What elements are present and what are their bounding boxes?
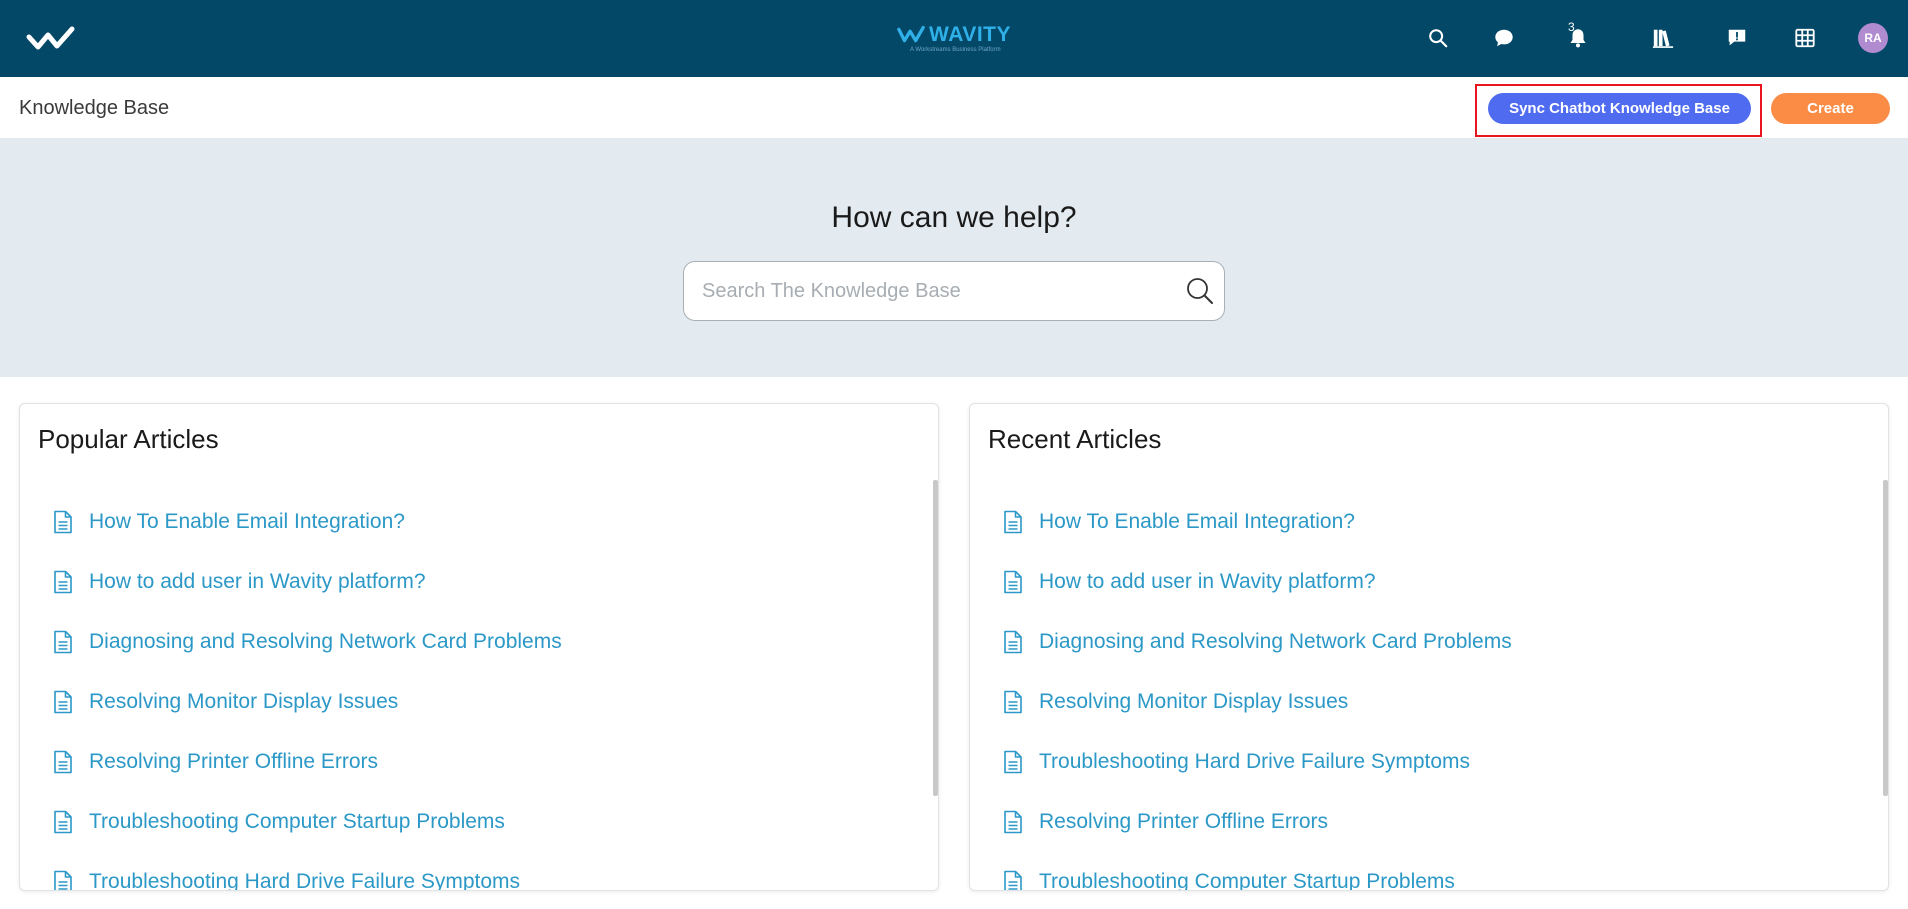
- article-link[interactable]: Resolving Printer Offline Errors: [1039, 810, 1328, 834]
- article-link[interactable]: How to add user in Wavity platform?: [1039, 570, 1376, 594]
- article-link[interactable]: Diagnosing and Resolving Network Card Pr…: [89, 630, 562, 654]
- document-icon: [54, 810, 72, 834]
- user-avatar[interactable]: RA: [1858, 23, 1888, 53]
- sync-chatbot-knowledge-base-button[interactable]: Sync Chatbot Knowledge Base: [1488, 93, 1751, 124]
- popular-scrollbar[interactable]: [933, 480, 938, 796]
- recent-scrollbar[interactable]: [1883, 480, 1888, 796]
- brand-tagline: A Workstreams Business Platform: [910, 47, 1001, 53]
- article-link[interactable]: Resolving Monitor Display Issues: [89, 690, 398, 714]
- article-link[interactable]: Resolving Monitor Display Issues: [1039, 690, 1348, 714]
- popular-articles-panel: Popular Articles How To Enable Email Int…: [19, 403, 939, 891]
- article-link[interactable]: Troubleshooting Hard Drive Failure Sympt…: [89, 870, 520, 890]
- article-link[interactable]: How To Enable Email Integration?: [1039, 510, 1355, 534]
- search-hero: How can we help?: [0, 139, 1908, 377]
- article-link[interactable]: How To Enable Email Integration?: [89, 510, 405, 534]
- recent-articles-panel: Recent Articles How To Enable Email Inte…: [969, 403, 1889, 891]
- popular-articles-list: How To Enable Email Integration? How to a…: [52, 492, 892, 890]
- article-link[interactable]: Diagnosing and Resolving Network Card Pr…: [1039, 630, 1512, 654]
- article-link[interactable]: Troubleshooting Computer Startup Problem…: [89, 810, 505, 834]
- recent-articles-title: Recent Articles: [988, 424, 1162, 454]
- search-box: [683, 261, 1225, 321]
- create-button[interactable]: Create: [1771, 93, 1890, 124]
- chat-icon[interactable]: [1490, 24, 1518, 52]
- article-list-item[interactable]: Troubleshooting Hard Drive Failure Sympt…: [52, 852, 892, 890]
- article-list-item[interactable]: How To Enable Email Integration?: [1002, 492, 1842, 552]
- document-icon: [54, 570, 72, 594]
- article-link[interactable]: Troubleshooting Computer Startup Problem…: [1039, 870, 1455, 890]
- article-link[interactable]: How to add user in Wavity platform?: [89, 570, 426, 594]
- document-icon: [1004, 750, 1022, 774]
- notification-count-badge: 3: [1568, 20, 1575, 34]
- article-list-item[interactable]: Diagnosing and Resolving Network Card Pr…: [1002, 612, 1842, 672]
- brand-name: WAVITY: [929, 23, 1011, 46]
- article-list-item[interactable]: Resolving Printer Offline Errors: [52, 732, 892, 792]
- feedback-icon[interactable]: [1723, 24, 1751, 52]
- top-navigation-bar: WAVITY A Workstreams Business Platform 3…: [0, 0, 1908, 77]
- document-icon: [54, 870, 72, 890]
- apps-grid-icon[interactable]: [1791, 24, 1819, 52]
- article-list-item[interactable]: How To Enable Email Integration?: [52, 492, 892, 552]
- document-icon: [54, 690, 72, 714]
- article-list-item[interactable]: Resolving Monitor Display Issues: [52, 672, 892, 732]
- popular-articles-title: Popular Articles: [38, 424, 219, 454]
- recent-articles-list: How To Enable Email Integration? How to a…: [1002, 492, 1842, 890]
- article-list-item[interactable]: Troubleshooting Computer Startup Problem…: [52, 792, 892, 852]
- search-icon[interactable]: [1185, 276, 1215, 306]
- document-icon: [1004, 510, 1022, 534]
- avatar-initials: RA: [1864, 31, 1882, 45]
- article-list-item[interactable]: How to add user in Wavity platform?: [1002, 552, 1842, 612]
- document-icon: [1004, 570, 1022, 594]
- article-list-item[interactable]: Resolving Monitor Display Issues: [1002, 672, 1842, 732]
- article-list-item[interactable]: Troubleshooting Hard Drive Failure Sympt…: [1002, 732, 1842, 792]
- document-icon: [1004, 690, 1022, 714]
- search-icon[interactable]: [1424, 24, 1452, 52]
- article-list-item[interactable]: How to add user in Wavity platform?: [52, 552, 892, 612]
- article-link[interactable]: Troubleshooting Hard Drive Failure Sympt…: [1039, 750, 1470, 774]
- article-list-item[interactable]: Resolving Printer Offline Errors: [1002, 792, 1842, 852]
- document-icon: [1004, 810, 1022, 834]
- document-icon: [54, 510, 72, 534]
- article-list-item[interactable]: Troubleshooting Computer Startup Problem…: [1002, 852, 1842, 890]
- brand-wave-icon: [897, 25, 925, 43]
- document-icon: [54, 630, 72, 654]
- knowledge-base-search-input[interactable]: [702, 262, 1172, 320]
- document-icon: [54, 750, 72, 774]
- article-list-item[interactable]: Diagnosing and Resolving Network Card Pr…: [52, 612, 892, 672]
- document-icon: [1004, 630, 1022, 654]
- page-title: Knowledge Base: [19, 97, 170, 119]
- logo-check-icon[interactable]: [26, 26, 76, 52]
- document-icon: [1004, 870, 1022, 890]
- brand-logo: WAVITY A Workstreams Business Platform: [897, 24, 1011, 56]
- article-link[interactable]: Resolving Printer Offline Errors: [89, 750, 378, 774]
- hero-heading: How can we help?: [831, 201, 1077, 234]
- library-icon[interactable]: [1649, 24, 1677, 52]
